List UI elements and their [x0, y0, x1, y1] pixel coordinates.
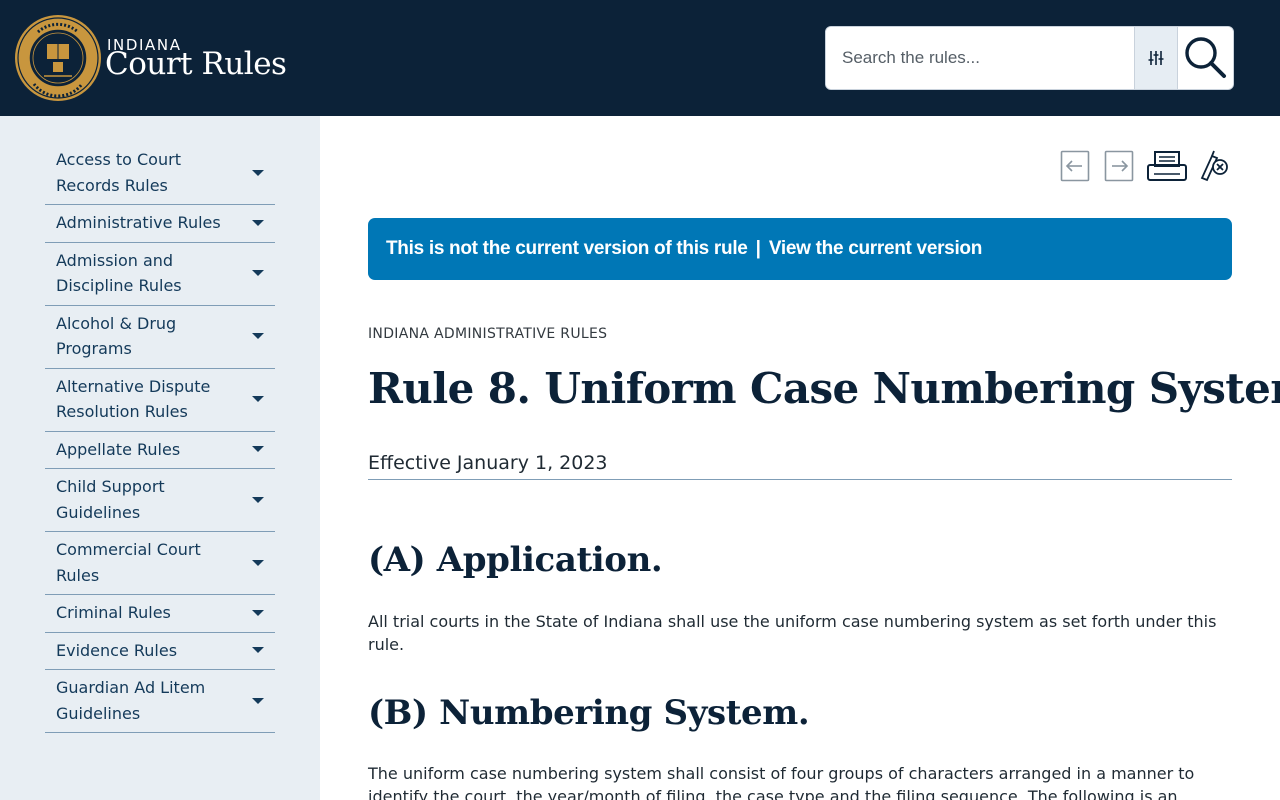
rule-content: This is not the current version of this … — [320, 116, 1280, 800]
caret-down-icon[interactable] — [252, 496, 264, 503]
sidebar-item-child-support[interactable]: Child Support Guidelines — [45, 469, 275, 532]
search-filter-button[interactable] — [1134, 27, 1178, 89]
previous-rule-icon[interactable] — [1060, 150, 1090, 182]
view-current-version-link[interactable]: View the current version — [769, 238, 982, 260]
next-rule-icon[interactable] — [1104, 150, 1134, 182]
sidebar-item-appellate[interactable]: Appellate Rules — [45, 432, 275, 469]
caret-down-icon[interactable] — [252, 333, 264, 339]
caret-down-icon[interactable] — [252, 219, 264, 226]
sidebar-item-commercial-court[interactable]: Commercial Court Rules — [45, 532, 275, 595]
court-seal-logo[interactable] — [14, 14, 102, 102]
effective-date: Effective January 1, 2023 — [368, 452, 1232, 480]
sidebar-item-access-to-court-records[interactable]: Access to Court Records Rules — [45, 142, 275, 205]
sidebar-item-evidence[interactable]: Evidence Rules — [45, 633, 275, 670]
caret-down-icon[interactable] — [252, 270, 264, 276]
sidebar-item-label: Administrative Rules — [56, 213, 221, 232]
section-heading-b: (B) Numbering System. — [368, 693, 810, 733]
sidebar-item-label: Admission and Discipline Rules — [56, 250, 182, 296]
sidebar-item-label: Child Support Guidelines — [56, 477, 165, 522]
sidebar-item-label: Appellate Rules — [56, 439, 181, 459]
magnifier-icon — [1185, 37, 1226, 78]
rules-nav-list: Access to Court Records Rules Administra… — [45, 142, 275, 733]
rules-sidebar: Access to Court Records Rules Administra… — [0, 116, 320, 800]
clear-highlight-icon[interactable] — [1198, 148, 1230, 182]
sidebar-item-label: Evidence Rules — [56, 640, 178, 660]
sidebar-item-admission-discipline[interactable]: Admission and Discipline Rules — [45, 243, 275, 306]
caret-down-icon[interactable] — [252, 169, 264, 176]
sliders-icon — [1148, 51, 1164, 65]
site-header: INDIANA Court Rules — [0, 0, 1280, 116]
search-button[interactable] — [1178, 27, 1233, 89]
outdated-version-text: This is not the current version of this … — [386, 238, 748, 259]
section-heading-a: (A) Application. — [368, 540, 663, 580]
sidebar-item-administrative[interactable]: Administrative Rules — [45, 205, 275, 243]
caret-down-icon[interactable] — [252, 609, 264, 616]
search-input[interactable] — [826, 27, 1134, 89]
sidebar-item-label: Access to Court Records Rules — [56, 150, 181, 195]
breadcrumb[interactable]: INDIANA ADMINISTRATIVE RULES — [368, 326, 607, 342]
caret-down-icon[interactable] — [252, 647, 264, 654]
sidebar-item-label: Criminal Rules — [56, 603, 171, 622]
sidebar-item-alternative-dispute[interactable]: Alternative Dispute Resolution Rules — [45, 369, 275, 432]
search-bar — [825, 26, 1234, 90]
sidebar-item-label: Alternative Dispute Resolution Rules — [56, 376, 211, 422]
caret-down-icon[interactable] — [252, 559, 264, 566]
print-icon[interactable] — [1146, 150, 1188, 182]
caret-down-icon[interactable] — [252, 446, 264, 453]
sidebar-item-label: Alcohol & Drug Programs — [56, 313, 177, 359]
sidebar-item-label: Commercial Court Rules — [56, 540, 201, 585]
caret-down-icon[interactable] — [252, 697, 264, 704]
caret-down-icon[interactable] — [252, 396, 264, 402]
sidebar-item-criminal[interactable]: Criminal Rules — [45, 595, 275, 633]
sidebar-item-guardian-ad-litem[interactable]: Guardian Ad Litem Guidelines — [45, 670, 275, 733]
banner-separator: | — [755, 238, 761, 259]
sidebar-item-alcohol-drug[interactable]: Alcohol & Drug Programs — [45, 306, 275, 369]
logo-site-title[interactable]: Court Rules — [105, 46, 287, 82]
section-body-a: All trial courts in the State of Indiana… — [368, 612, 1217, 654]
outdated-version-banner: This is not the current version of this … — [368, 218, 1232, 280]
sidebar-item-label: Guardian Ad Litem Guidelines — [56, 678, 206, 723]
section-body-b: The uniform case numbering system shall … — [368, 764, 1195, 800]
page-title: Rule 8. Uniform Case Numbering System — [368, 364, 1280, 413]
